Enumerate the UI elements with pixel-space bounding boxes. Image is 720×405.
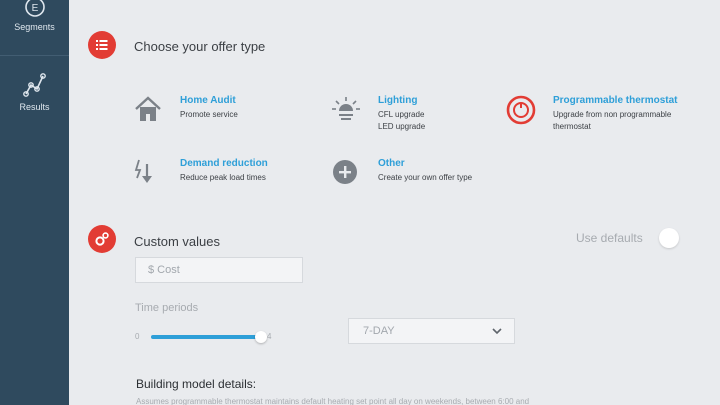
time-periods-slider-thumb[interactable] [255, 331, 267, 343]
offer-section-title: Choose your offer type [134, 39, 266, 54]
gears-icon [88, 225, 116, 253]
offer-title: Home Audit [180, 95, 236, 106]
offer-title: Demand reduction [180, 158, 268, 169]
house-icon [135, 96, 161, 121]
time-periods-slider-track[interactable] [151, 335, 261, 339]
results-chart-icon [22, 73, 46, 97]
main-panel: Choose your offer type Home Audit Promot… [69, 0, 720, 405]
slider-max-label: 4 [267, 332, 272, 341]
use-defaults-toggle[interactable] [659, 228, 679, 248]
sidebar-divider [0, 55, 69, 56]
period-select-value: 7-DAY [363, 325, 395, 337]
offer-title: Other [378, 158, 405, 169]
offer-subtitle: Create your own offer type [378, 173, 473, 182]
cost-placeholder: $ Cost [148, 264, 180, 276]
period-select[interactable]: 7-DAY [348, 318, 515, 344]
sidebar-item-results[interactable]: Results [0, 72, 69, 112]
cost-input[interactable]: $ Cost [135, 257, 303, 283]
svg-text:E: E [31, 3, 38, 14]
offer-subtitle: CFL upgrade LED upgrade [378, 110, 426, 131]
segments-icon: E [24, 0, 45, 17]
use-defaults-label: Use defaults [576, 231, 643, 245]
offer-title: Programmable thermostat [553, 95, 678, 106]
list-icon [88, 31, 116, 59]
custom-section-title: Custom values [134, 234, 220, 249]
slider-min-label: 0 [135, 332, 140, 341]
plus-circle-icon [333, 160, 357, 184]
offer-title: Lighting [378, 95, 418, 106]
sidebar-item-label: Segments [14, 22, 55, 32]
lightbulb-icon [332, 97, 360, 120]
building-model-body: Assumes programmable thermostat maintain… [136, 397, 530, 405]
demand-reduction-icon [134, 159, 152, 183]
thermostat-icon [506, 95, 536, 125]
offer-subtitle: Reduce peak load times [180, 173, 266, 182]
offer-subtitle: Upgrade from non programmable thermostat [553, 110, 672, 131]
offer-subtitle: Promote service [180, 110, 238, 119]
chevron-down-icon [492, 328, 502, 335]
sidebar-item-segments[interactable]: E Segments [0, 0, 69, 32]
building-model-title: Building model details: [136, 377, 257, 391]
time-periods-label: Time periods [135, 302, 199, 314]
sidebar: E Segments Results [0, 0, 69, 405]
sidebar-item-label: Results [19, 102, 50, 112]
